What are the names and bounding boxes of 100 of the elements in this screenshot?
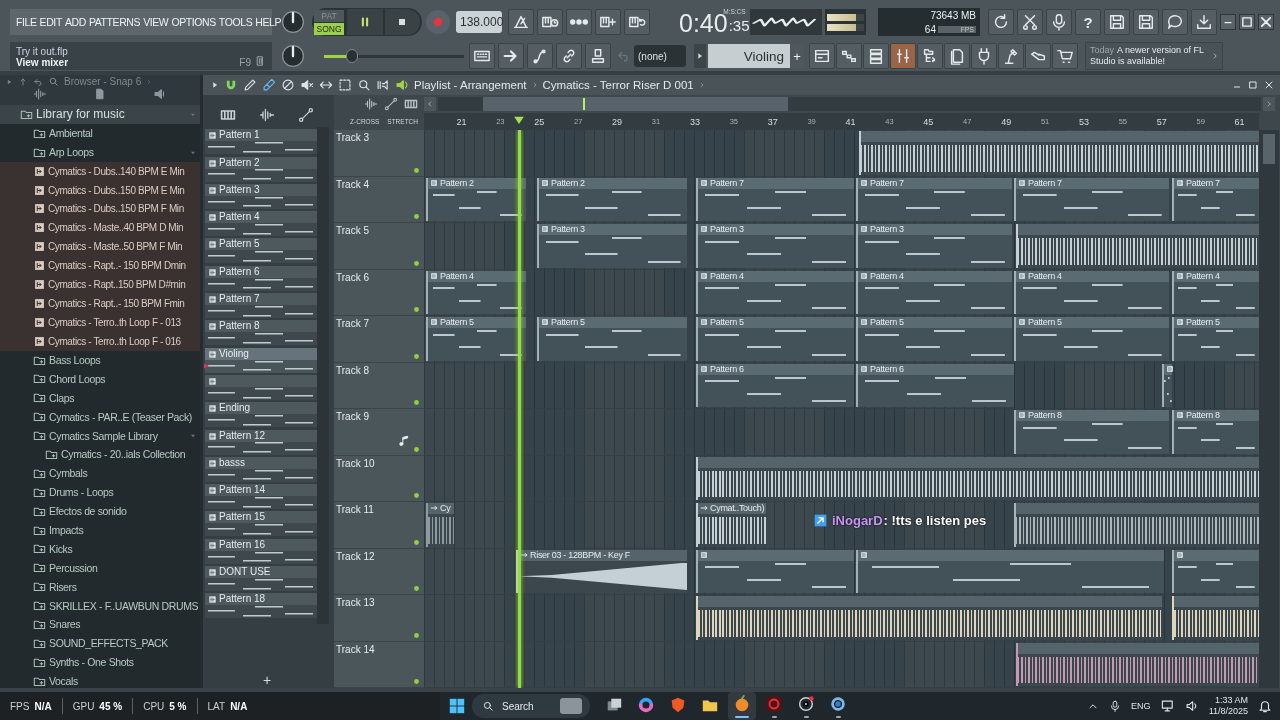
track-light-icon[interactable] (413, 213, 420, 220)
audio-clip[interactable] (859, 131, 1259, 175)
pattern-item[interactable]: Pattern 14 (205, 484, 317, 510)
pattern-clip[interactable]: Pattern 5 (1172, 317, 1259, 361)
track-light-icon[interactable] (413, 538, 420, 546)
stop-button[interactable] (384, 9, 420, 35)
track-light-icon[interactable] (413, 399, 420, 406)
track-header[interactable]: Track 13 (334, 595, 424, 642)
pattern-clip[interactable] (696, 549, 854, 593)
pattern-item[interactable]: Pattern 1 (205, 129, 317, 155)
pattern-clip[interactable]: Pattern 3 (856, 224, 1012, 268)
automation-icon[interactable] (297, 107, 314, 124)
toolbar-button[interactable]: ? (1075, 9, 1101, 35)
select-icon[interactable] (338, 78, 352, 92)
arrow-button[interactable] (694, 44, 706, 68)
track-light-icon[interactable] (413, 166, 420, 174)
network-icon[interactable] (1160, 699, 1175, 713)
track-header[interactable]: Track 6 (334, 269, 424, 316)
search-icon[interactable] (48, 76, 59, 87)
toolbar-button[interactable] (624, 9, 650, 35)
pattern-item[interactable]: Pattern 5 (205, 238, 317, 264)
track-light-icon[interactable] (413, 306, 420, 313)
pattern-selector[interactable]: Violing (708, 44, 790, 68)
audio-clip[interactable] (1014, 503, 1259, 547)
pattern-clip[interactable]: Pattern 5 (537, 317, 687, 361)
piano-keys-icon[interactable] (404, 97, 418, 111)
track-header[interactable]: Track 4 (334, 176, 424, 223)
pause-button[interactable] (347, 9, 383, 35)
pattern-clip[interactable]: Pattern 5 (696, 317, 854, 361)
close-icon[interactable] (1264, 80, 1274, 90)
toolbar-button[interactable] (566, 9, 592, 35)
menu-item[interactable]: VIEW (143, 16, 169, 28)
pattern-clip[interactable]: Pattern 3 (696, 224, 854, 268)
pattern-clip[interactable]: Pattern 7 (856, 177, 1012, 221)
track-header[interactable]: Track 11 (334, 502, 424, 549)
folder-item[interactable]: Percussion (0, 558, 200, 578)
toolbar-button[interactable] (944, 43, 970, 69)
maximize-button[interactable] (1239, 14, 1255, 30)
magnet-icon[interactable] (224, 78, 238, 92)
pattern-item[interactable]: Pattern 6 (205, 265, 317, 291)
track-header[interactable]: Track 10 (334, 455, 424, 502)
close-button[interactable] (1258, 14, 1274, 30)
folder-item[interactable]: SKRILLEX - F..UAWBUN DRUMS (0, 596, 200, 616)
microphone-icon[interactable] (1109, 700, 1122, 712)
brush-icon[interactable] (262, 78, 276, 92)
pattern-item[interactable]: Violing (205, 347, 317, 373)
sample-item[interactable]: Cymatics - Rapt..- 150 BPM Dmin (0, 256, 200, 275)
pattern-item[interactable]: Pattern 3 (205, 183, 317, 209)
sample-item[interactable]: Cymatics - Maste..50 BPM F Min (0, 237, 200, 257)
audio-clip[interactable] (696, 596, 1162, 640)
sample-item[interactable]: Cymatics - Rapt..150 BPM D#min (0, 275, 200, 294)
start-icon[interactable] (448, 697, 466, 715)
pattern-item[interactable]: Pattern 4 (205, 211, 317, 237)
toolbar-button[interactable] (988, 9, 1014, 35)
pattern-clip[interactable]: Pattern 4 (856, 270, 1012, 314)
pattern-item[interactable]: Pattern 7 (205, 293, 317, 319)
folder-item[interactable]: Claps (0, 388, 200, 408)
waveform-icon[interactable] (259, 107, 275, 124)
mute-icon[interactable] (300, 78, 314, 92)
track-light-icon[interactable] (413, 678, 420, 685)
slider-thumb[interactable] (346, 49, 359, 63)
knob[interactable] (280, 9, 306, 35)
menu-item[interactable]: EDIT (39, 16, 62, 28)
pattern-clip[interactable] (1162, 363, 1172, 407)
menu-item[interactable]: PATTERNS (88, 16, 141, 28)
pattern-clip[interactable]: Pattern 6 (696, 363, 854, 407)
speaker-icon[interactable] (1184, 699, 1199, 713)
pattern-clip[interactable]: Pattern 4 (426, 270, 526, 314)
pattern-clip[interactable]: Pattern 7 (696, 177, 854, 221)
toolbar-button[interactable] (556, 43, 582, 69)
toolbar-button[interactable] (1133, 9, 1159, 35)
toolbar-button[interactable] (809, 43, 835, 69)
taskbar-app[interactable] (728, 692, 756, 720)
pattern-item[interactable]: Pattern 15 (205, 511, 317, 537)
toolbar-button[interactable] (585, 43, 611, 69)
pattern-clip[interactable]: Pattern 4 (696, 270, 854, 314)
toolbar-button[interactable] (863, 43, 889, 69)
toolbar-button[interactable] (1162, 9, 1188, 35)
menu-item[interactable]: HELP (255, 16, 282, 28)
audio-clip[interactable] (1172, 596, 1259, 640)
vertical-scrollbar[interactable] (1259, 130, 1279, 688)
maximize-icon[interactable] (1248, 80, 1258, 90)
toolbar-button[interactable] (917, 43, 943, 69)
folder-item[interactable]: Snares (0, 615, 200, 634)
pattern-clip[interactable]: Pattern 7 (1172, 177, 1259, 221)
folder-item[interactable]: Cymatics - PAR..E (Teaser Pack) (0, 407, 200, 427)
pattern-clip[interactable]: Pattern 4 (1172, 270, 1259, 314)
pattern-clip[interactable] (856, 549, 1164, 593)
sample-item[interactable]: Cymatics - Maste..40 BPM D Min (0, 218, 200, 238)
clock[interactable]: 1:33 AM 11/8/2025 (1208, 695, 1248, 717)
pattern-clip[interactable]: Pattern 7 (1014, 177, 1169, 221)
bars-speaker-icon[interactable] (376, 78, 390, 92)
waveform-icon[interactable] (364, 97, 378, 111)
pattern-clip[interactable]: Pattern 8 (1172, 410, 1259, 454)
pattern-clip[interactable] (1172, 549, 1259, 593)
pattern-item[interactable]: DONT USE (205, 566, 317, 591)
pattern-item[interactable]: Pattern 12 (205, 429, 317, 455)
toolbar-button[interactable] (1046, 9, 1072, 35)
pattern-item[interactable]: Pattern 16 (205, 538, 317, 564)
sample-item[interactable]: Cymatics - Dubs..150 BPM F Min (0, 199, 200, 219)
